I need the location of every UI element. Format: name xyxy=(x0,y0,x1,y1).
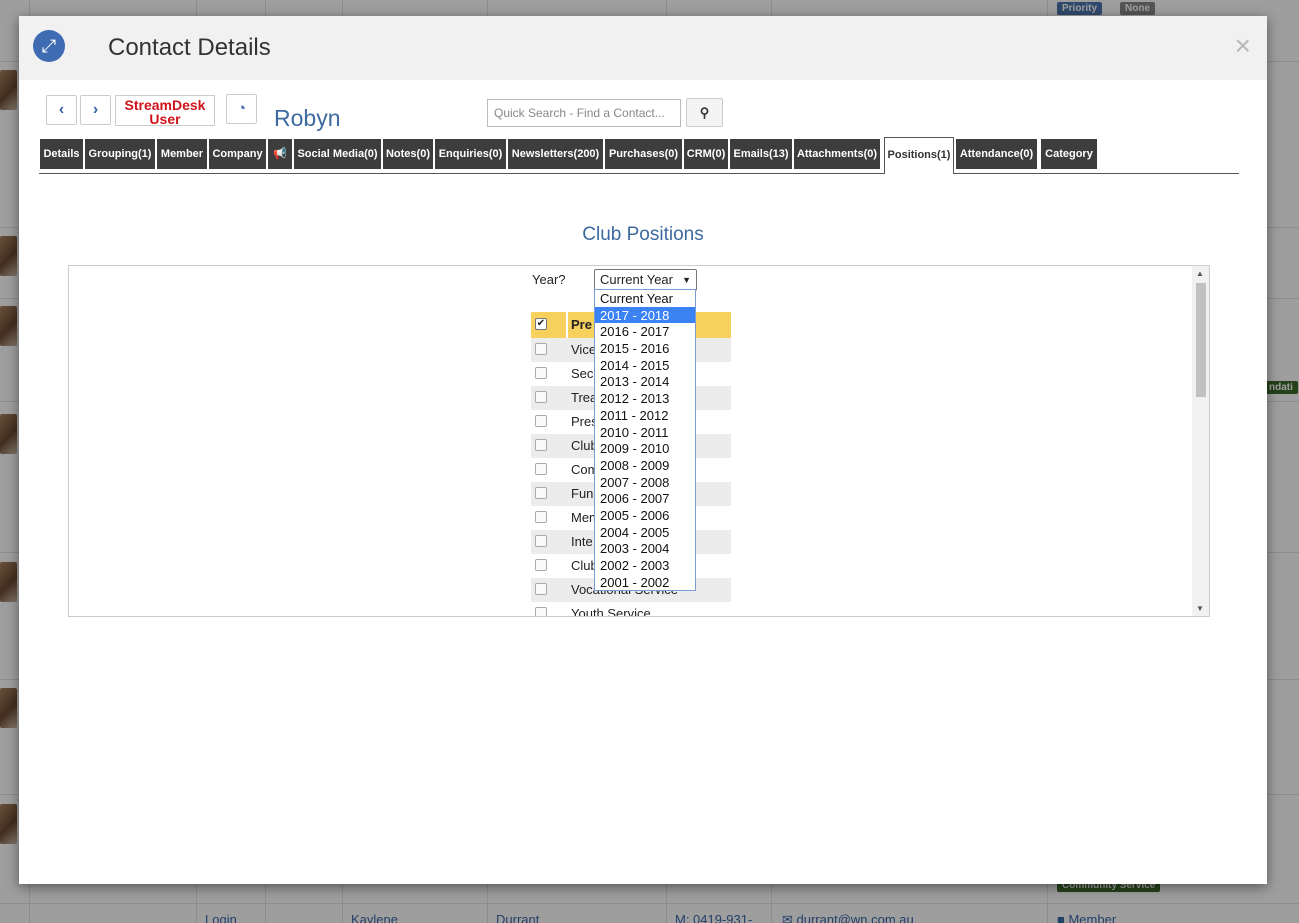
modal-header: ⤢ Contact Details × xyxy=(19,16,1267,80)
checkbox[interactable] xyxy=(535,511,547,523)
caret-down-icon: ▼ xyxy=(682,275,691,285)
tab-positions[interactable]: Positions(1) xyxy=(884,137,954,174)
tab-attachments[interactable]: Attachments(0) xyxy=(794,139,880,169)
contact-details-modal: ⤢ Contact Details × ‹ › StreamDesk User … xyxy=(19,16,1267,884)
tab-notes[interactable]: Notes(0) xyxy=(383,139,433,169)
year-dropdown-list: Current Year 2017 - 2018 2016 - 2017 201… xyxy=(594,289,696,591)
year-label: Year? xyxy=(532,272,566,287)
scroll-thumb[interactable] xyxy=(1196,283,1206,397)
checkbox[interactable]: ✔ xyxy=(535,318,547,330)
table-row: Youth Service xyxy=(531,602,731,617)
tab-social-media[interactable]: Social Media(0) xyxy=(294,139,381,169)
year-option[interactable]: 2006 - 2007 xyxy=(595,490,695,507)
streamdesk-user-logo[interactable]: StreamDesk User xyxy=(115,95,215,126)
expand-arrows-icon[interactable]: ⤢ xyxy=(33,30,65,62)
section-title: Club Positions xyxy=(582,224,704,245)
scroll-up-icon[interactable]: ▲ xyxy=(1196,269,1204,278)
position-label: Pre xyxy=(571,317,592,332)
year-option[interactable]: 2008 - 2009 xyxy=(595,457,695,474)
contact-name: Robyn xyxy=(274,105,341,131)
position-label: Fun xyxy=(571,486,594,501)
year-option[interactable]: 2009 - 2010 xyxy=(595,440,695,457)
tab-attendance[interactable]: Attendance(0) xyxy=(956,139,1037,169)
year-option[interactable]: 2013 - 2014 xyxy=(595,373,695,390)
position-label: Inte xyxy=(571,534,593,549)
year-option[interactable]: 2007 - 2008 xyxy=(595,474,695,491)
tab-member[interactable]: Member xyxy=(157,139,207,169)
next-contact-button[interactable]: › xyxy=(80,95,111,125)
position-label: Youth Service xyxy=(571,606,651,617)
close-icon[interactable]: × xyxy=(1235,32,1251,60)
checkbox[interactable] xyxy=(535,439,547,451)
logo-line-2: User xyxy=(149,111,181,127)
checkbox[interactable] xyxy=(535,415,547,427)
quick-search-input[interactable] xyxy=(487,99,681,127)
tab-newsletters[interactable]: Newsletters(200) xyxy=(508,139,603,169)
position-label: Vice xyxy=(571,342,597,357)
prev-contact-button[interactable]: ‹ xyxy=(46,95,77,125)
checkbox[interactable] xyxy=(535,583,547,595)
checkbox[interactable] xyxy=(535,367,547,379)
year-option[interactable]: 2002 - 2003 xyxy=(595,557,695,574)
search-button[interactable]: ⚲ xyxy=(686,98,723,127)
scroll-down-icon[interactable]: ▼ xyxy=(1196,604,1204,613)
year-option[interactable]: 2017 - 2018 xyxy=(595,306,695,324)
tab-company[interactable]: Company xyxy=(209,139,266,169)
year-option[interactable]: 2005 - 2006 xyxy=(595,507,695,524)
modal-title: Contact Details xyxy=(108,34,271,61)
contact-tabs: Details Grouping(1) Member Company 📢 Soc… xyxy=(39,137,1239,174)
tab-purchases[interactable]: Purchases(0) xyxy=(605,139,682,169)
checkbox[interactable] xyxy=(535,391,547,403)
year-option[interactable]: 2011 - 2012 xyxy=(595,407,695,424)
checkbox[interactable] xyxy=(535,463,547,475)
tab-category[interactable]: Category xyxy=(1041,139,1097,169)
logo-line-1: StreamDesk xyxy=(124,97,206,113)
year-option[interactable]: 2003 - 2004 xyxy=(595,540,695,557)
checkbox[interactable] xyxy=(535,607,547,616)
year-option[interactable]: 2001 - 2002 xyxy=(595,574,695,591)
year-option[interactable]: 2004 - 2005 xyxy=(595,524,695,541)
tab-enquiries[interactable]: Enquiries(0) xyxy=(435,139,506,169)
year-option[interactable]: 2012 - 2013 xyxy=(595,390,695,407)
column-divider xyxy=(566,312,568,338)
position-label: Sec xyxy=(571,366,594,381)
checkbox[interactable] xyxy=(535,535,547,547)
dashboard-icon[interactable]: ◔ xyxy=(226,94,257,124)
year-option[interactable]: Current Year xyxy=(595,290,695,307)
checkbox[interactable] xyxy=(535,487,547,499)
year-option[interactable]: 2016 - 2017 xyxy=(595,323,695,340)
search-icon: ⚲ xyxy=(699,105,710,120)
year-option[interactable]: 2014 - 2015 xyxy=(595,357,695,374)
panel-scrollbar[interactable]: ▲ ▼ xyxy=(1192,266,1209,616)
tab-crm[interactable]: CRM(0) xyxy=(684,139,728,169)
tab-grouping[interactable]: Grouping(1) xyxy=(85,139,155,169)
megaphone-icon[interactable]: 📢 xyxy=(268,139,292,169)
tab-details[interactable]: Details xyxy=(40,139,83,169)
year-select[interactable]: Current Year ▼ xyxy=(594,269,697,291)
year-option[interactable]: 2015 - 2016 xyxy=(595,340,695,357)
year-select-value: Current Year xyxy=(600,272,673,287)
year-option[interactable]: 2010 - 2011 xyxy=(595,424,695,441)
tab-emails[interactable]: Emails(13) xyxy=(730,139,792,169)
checkbox[interactable] xyxy=(535,343,547,355)
checkbox[interactable] xyxy=(535,559,547,571)
